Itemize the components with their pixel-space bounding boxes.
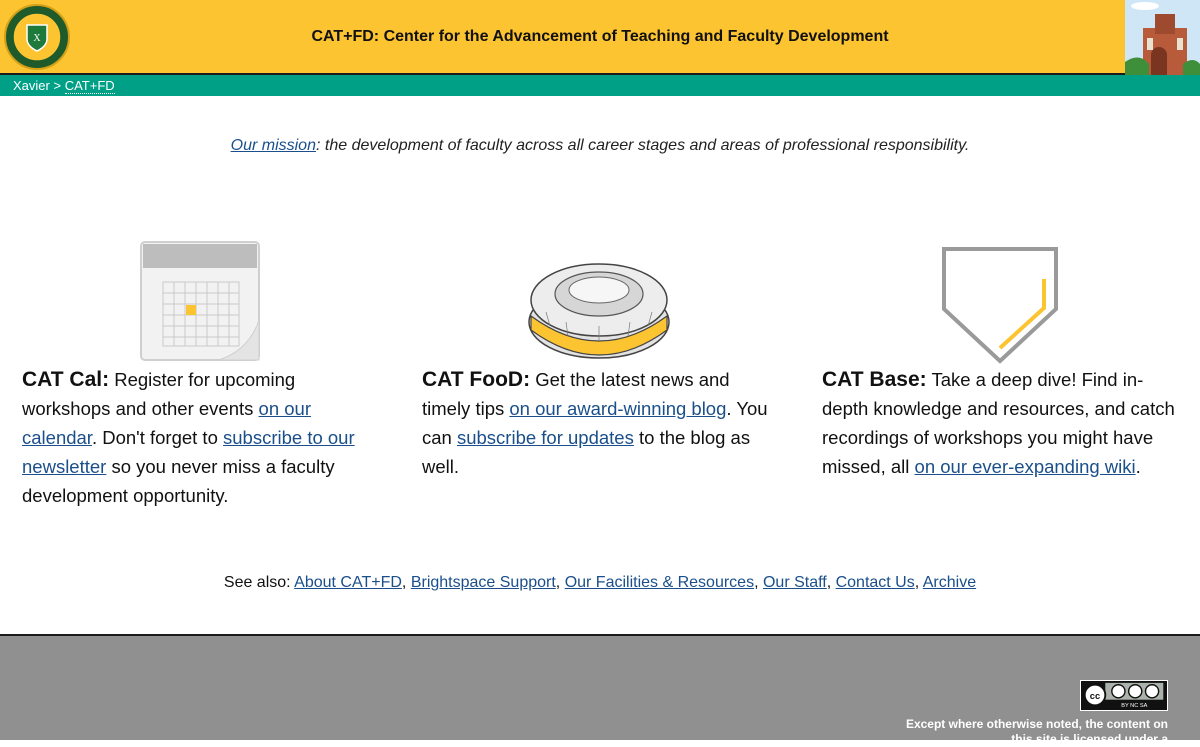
cat-cal-copy-2: . Don't forget to (91, 427, 223, 448)
creative-commons-badge-icon[interactable]: cc BY NC SA (1080, 680, 1168, 711)
cat-food-section: CAT FooD: Get the latest news and timely… (422, 240, 782, 481)
cat-food-text: CAT FooD: Get the latest news and timely… (422, 365, 782, 481)
cat-base-heading: CAT Base: (822, 368, 927, 391)
mission-statement: Our mission: the development of faculty … (0, 137, 1200, 155)
about-link[interactable]: About CAT+FD (294, 574, 402, 591)
calendar-icon[interactable] (139, 240, 261, 362)
see-also: See also: About CAT+FD, Brightspace Supp… (223, 574, 977, 591)
cat-base-copy-2: . (1135, 456, 1141, 477)
home-plate-icon[interactable] (941, 246, 1059, 364)
site-header: X CAT+FD: Center for the Advancement of … (0, 0, 1200, 75)
wiki-link[interactable]: on our ever-expanding wiki (915, 456, 1136, 477)
see-also-label: See also: (223, 574, 291, 591)
contact-link[interactable]: Contact Us (836, 574, 915, 591)
cat-base-text: CAT Base: Take a deep dive! Find in-dept… (822, 365, 1182, 481)
subscribe-updates-link[interactable]: subscribe for updates (457, 427, 634, 448)
blog-link[interactable]: on our award-winning blog (509, 398, 726, 419)
archive-link[interactable]: Archive (923, 574, 976, 591)
cat-cal-heading: CAT Cal: (22, 368, 110, 391)
site-title: CAT+FD: Center for the Advancement of Te… (311, 28, 889, 45)
svg-text:cc: cc (1090, 691, 1100, 701)
bowl-icon[interactable] (526, 256, 672, 364)
staff-link[interactable]: Our Staff (763, 574, 827, 591)
cat-cal-section: CAT Cal: Register for upcoming workshops… (22, 240, 382, 510)
facilities-link[interactable]: Our Facilities & Resources (565, 574, 754, 591)
badge-text: BY NC SA (1121, 703, 1147, 709)
cat-base-section: CAT Base: Take a deep dive! Find in-dept… (822, 240, 1182, 481)
site-footer: cc BY NC SA Except where otherwise noted… (0, 634, 1200, 746)
breadcrumb-separator: > (53, 78, 62, 93)
breadcrumb-root[interactable]: Xavier (13, 78, 50, 93)
license-text: Except where otherwise noted, the conten… (905, 717, 1168, 746)
breadcrumb-current-link[interactable]: CAT+FD (64, 78, 115, 94)
cat-cal-text: CAT Cal: Register for upcoming workshops… (22, 365, 382, 510)
mission-link[interactable]: Our mission (231, 137, 316, 154)
brightspace-link[interactable]: Brightspace Support (411, 574, 556, 591)
campus-building-icon (1125, 0, 1200, 75)
cat-food-heading: CAT FooD: (422, 368, 531, 391)
mission-text: : the development of faculty across all … (315, 137, 970, 154)
breadcrumb: Xavier > CAT+FD (0, 75, 1200, 96)
